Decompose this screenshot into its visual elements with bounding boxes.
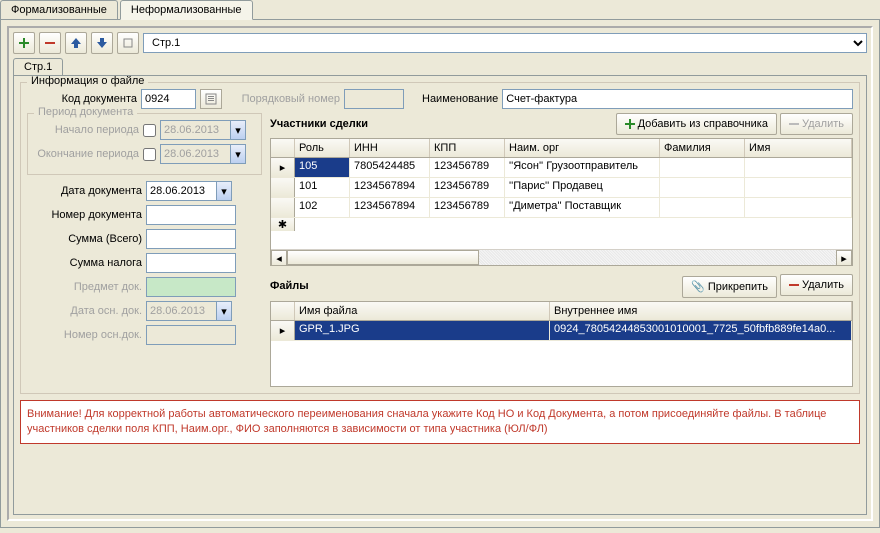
- remove-page-button[interactable]: [39, 32, 61, 54]
- period-start-input: [160, 120, 230, 140]
- sum-tax-input[interactable]: [146, 253, 236, 273]
- files-grid[interactable]: Имя файла Внутреннее имя ▸ GPR_1.JPG 092…: [270, 301, 853, 387]
- inner-tab-page[interactable]: Стр.1: [13, 58, 63, 75]
- new-row[interactable]: ✱: [271, 218, 852, 231]
- period-end-enable-checkbox[interactable]: [143, 148, 156, 161]
- col-fname[interactable]: Имя файла: [295, 302, 550, 320]
- base-date-dd[interactable]: ▾: [216, 301, 232, 321]
- doc-date-dd[interactable]: ▾: [216, 181, 232, 201]
- participants-title: Участники сделки: [270, 118, 368, 130]
- col-lastname[interactable]: Фамилия: [660, 139, 745, 157]
- subject-input[interactable]: [146, 277, 236, 297]
- arrow-up-button[interactable]: [65, 32, 87, 54]
- file-info-fieldset: Информация о файле Код документа Порядко…: [20, 82, 860, 394]
- tab-formal[interactable]: Формализованные: [0, 0, 118, 19]
- col-inn[interactable]: ИНН: [350, 139, 430, 157]
- file-info-legend: Информация о файле: [27, 75, 148, 87]
- col-firstname[interactable]: Имя: [745, 139, 852, 157]
- delete-participant-button[interactable]: Удалить: [780, 113, 853, 135]
- files-title: Файлы: [270, 280, 309, 292]
- period-fieldset: Период документа Начало периода ▾ Оконча…: [27, 113, 262, 175]
- table-row[interactable]: ▸ 105 7805424485 123456789 ''Ясон'' Груз…: [271, 158, 852, 178]
- ord-number-input: [344, 89, 404, 109]
- paperclip-icon: 📎: [691, 280, 705, 293]
- period-legend: Период документа: [34, 106, 137, 118]
- ord-number-label: Порядковый номер: [240, 93, 340, 105]
- name-input[interactable]: [502, 89, 853, 109]
- doc-date-input[interactable]: [146, 181, 216, 201]
- table-row[interactable]: 101 1234567894 123456789 ''Парис'' Прода…: [271, 178, 852, 198]
- doc-code-input[interactable]: [141, 89, 196, 109]
- warning-text: Внимание! Для корректной работы автомати…: [20, 400, 860, 445]
- doc-no-input[interactable]: [146, 205, 236, 225]
- add-participant-button[interactable]: Добавить из справочника: [616, 113, 777, 135]
- doc-code-lookup-button[interactable]: [200, 89, 222, 109]
- period-end-label: Окончание периода: [34, 148, 139, 160]
- attach-file-button[interactable]: 📎Прикрепить: [682, 276, 777, 298]
- arrow-down-button[interactable]: [91, 32, 113, 54]
- period-start-dd[interactable]: ▾: [230, 120, 246, 140]
- page-select[interactable]: Стр.1: [143, 33, 867, 53]
- sum-total-label: Сумма (Всего): [27, 233, 142, 245]
- subject-label: Предмет док.: [27, 281, 142, 293]
- doc-no-label: Номер документа: [27, 209, 142, 221]
- col-org[interactable]: Наим. орг: [505, 139, 660, 157]
- outer-tabs: Формализованные Неформализованные: [0, 0, 880, 20]
- table-row[interactable]: 102 1234567894 123456789 ''Диметра'' Пос…: [271, 198, 852, 218]
- base-date-input: [146, 301, 216, 321]
- page-picker-button[interactable]: [117, 32, 139, 54]
- delete-file-button[interactable]: Удалить: [780, 274, 853, 296]
- period-end-dd[interactable]: ▾: [230, 144, 246, 164]
- doc-date-label: Дата документа: [27, 185, 142, 197]
- col-iname[interactable]: Внутреннее имя: [550, 302, 852, 320]
- period-start-label: Начало периода: [34, 124, 139, 136]
- period-end-input: [160, 144, 230, 164]
- base-no-input: [146, 325, 236, 345]
- period-start-enable-checkbox[interactable]: [143, 124, 156, 137]
- table-row[interactable]: ▸ GPR_1.JPG 0924_78054244853001010001_77…: [271, 321, 852, 341]
- sum-total-input[interactable]: [146, 229, 236, 249]
- col-kpp[interactable]: КПП: [430, 139, 505, 157]
- doc-code-label: Код документа: [27, 93, 137, 105]
- participants-hscroll[interactable]: ◂▸: [271, 249, 852, 265]
- base-date-label: Дата осн. док.: [27, 305, 142, 317]
- tab-informal[interactable]: Неформализованные: [120, 0, 253, 20]
- base-no-label: Номер осн.док.: [27, 329, 142, 341]
- sum-tax-label: Сумма налога: [27, 257, 142, 269]
- name-label: Наименование: [422, 93, 498, 105]
- toolbar: Стр.1: [13, 32, 867, 54]
- participants-grid[interactable]: Роль ИНН КПП Наим. орг Фамилия Имя ▸ 105…: [270, 138, 853, 266]
- add-page-button[interactable]: [13, 32, 35, 54]
- col-role[interactable]: Роль: [295, 139, 350, 157]
